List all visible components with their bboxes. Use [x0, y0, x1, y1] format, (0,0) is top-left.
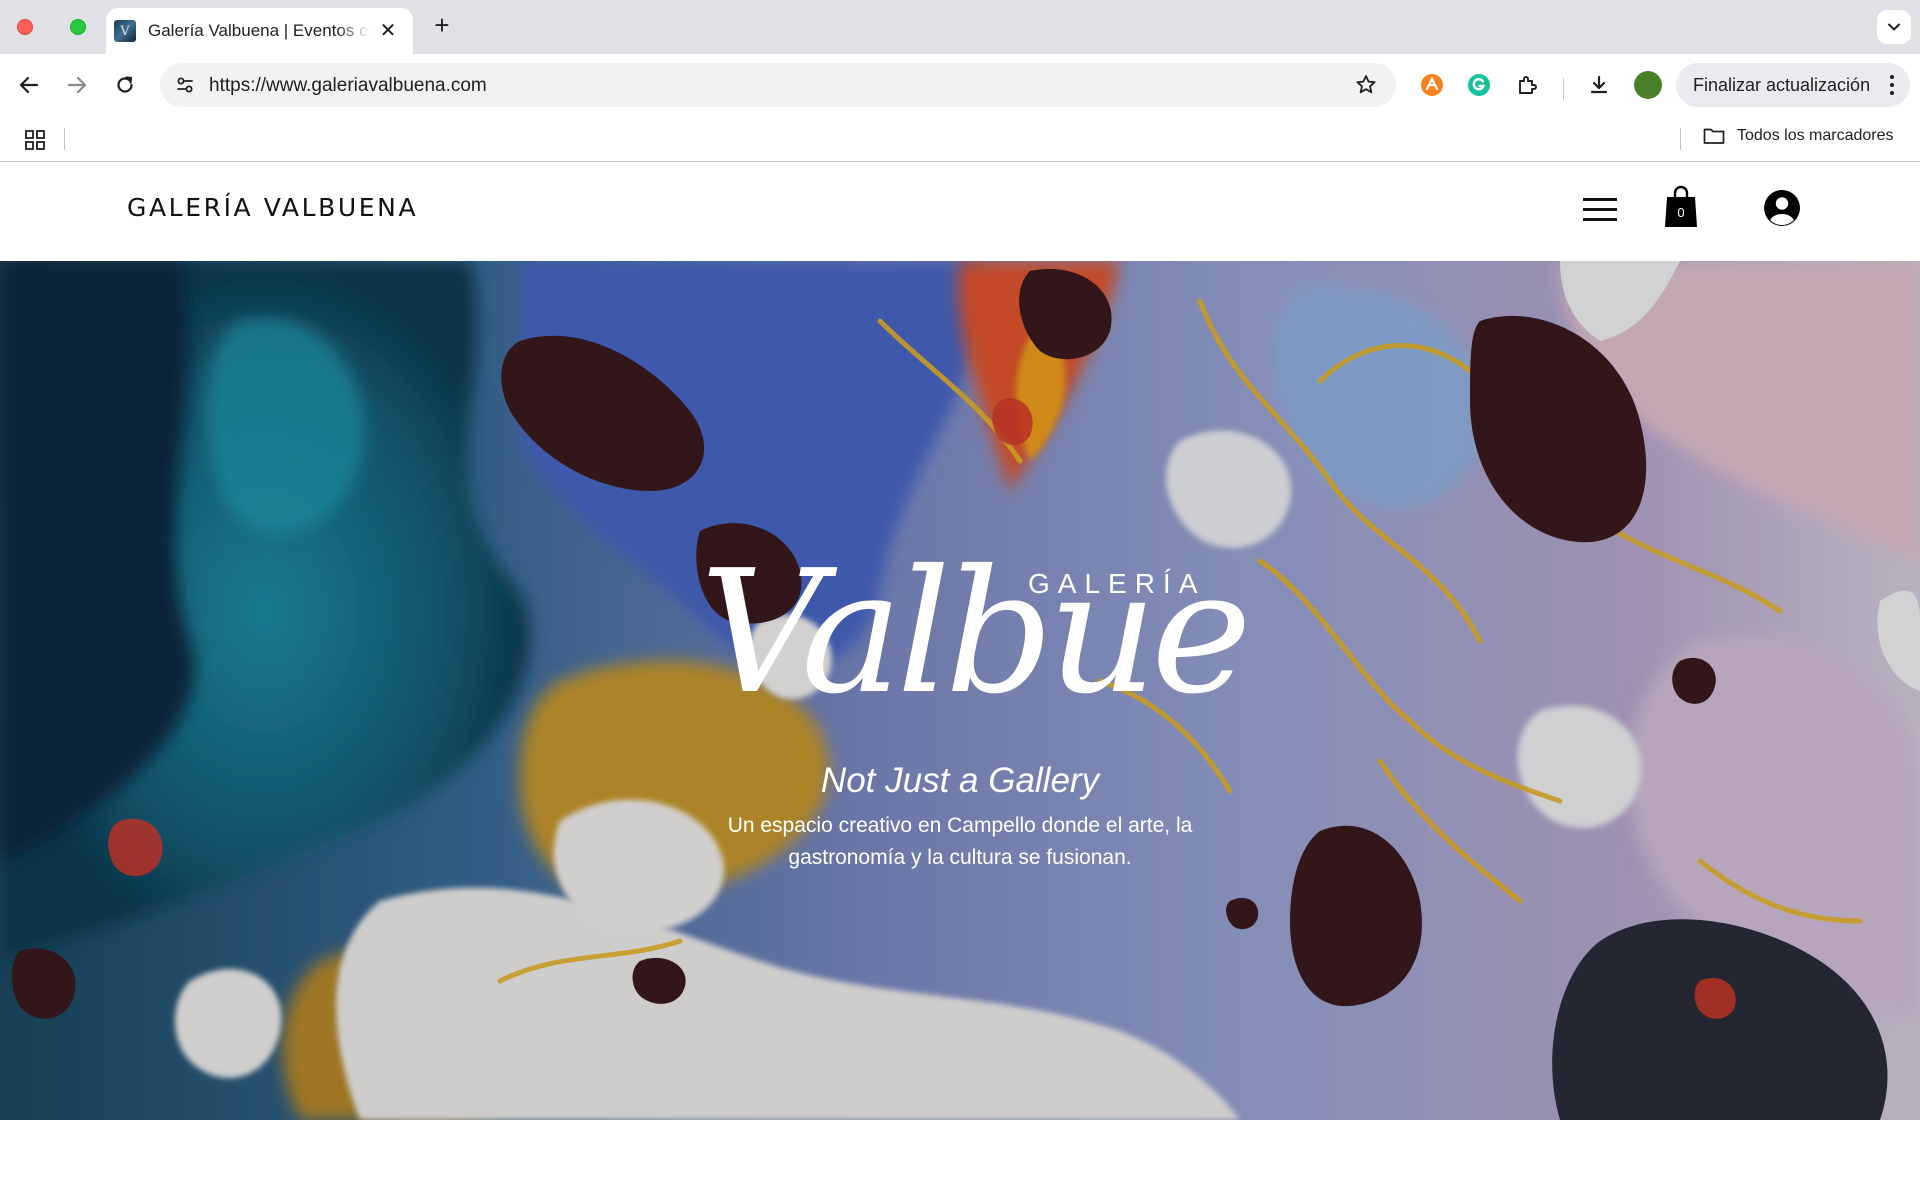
folder-icon	[1703, 128, 1725, 144]
apps-grid-icon[interactable]	[24, 129, 46, 151]
shopping-bag-button[interactable]: 0	[1664, 185, 1698, 229]
tab-title: Galería Valbuena | Eventos cu	[148, 21, 370, 40]
reload-button[interactable]	[108, 68, 142, 102]
all-bookmarks-button[interactable]: Todos los marcadores	[1703, 127, 1894, 145]
menu-hamburger-icon[interactable]	[1583, 198, 1617, 222]
tab-close-icon[interactable]: ✕	[377, 20, 399, 42]
grammarly-icon[interactable]	[1464, 70, 1494, 100]
hero-description: Un espacio creativo en Campello donde el…	[727, 814, 1193, 869]
bookmarks-separator-right	[1680, 128, 1681, 150]
bookmarks-bar: Todos los marcadores	[0, 116, 1920, 162]
window-zoom-button[interactable]	[70, 19, 86, 35]
finish-update-button[interactable]: Finalizar actualización	[1676, 63, 1910, 107]
extensions-puzzle-icon[interactable]	[1512, 70, 1542, 100]
gallery-favicon-icon: V	[114, 20, 136, 42]
window-close-button[interactable]	[17, 19, 33, 35]
forward-button[interactable]	[60, 68, 94, 102]
tab-search-button[interactable]	[1877, 10, 1911, 44]
profile-avatar[interactable]	[1634, 71, 1662, 99]
cart-count: 0	[1677, 205, 1685, 220]
bookmarks-separator	[64, 128, 65, 150]
browser-tab-active[interactable]: V Galería Valbuena | Eventos cu ✕	[106, 8, 413, 54]
arrow-right-icon	[67, 76, 87, 94]
new-tab-button[interactable]: +	[428, 12, 456, 40]
extension-orange-icon[interactable]	[1417, 70, 1447, 100]
hero-tagline: Not Just a Gallery	[820, 761, 1100, 800]
chevron-down-icon	[1888, 23, 1900, 31]
toolbar-separator	[1563, 78, 1564, 100]
site-header: GALERÍA VALBUENA 0	[0, 163, 1920, 261]
tab-strip: V Galería Valbuena | Eventos cu ✕ +	[0, 0, 1920, 54]
site-logo[interactable]: GALERÍA VALBUENA	[127, 193, 418, 222]
address-bar[interactable]: https://www.galeriavalbuena.com	[160, 63, 1396, 107]
browser-toolbar: https://www.galeriavalbuena.com Finaliza…	[0, 54, 1920, 116]
bookmark-star-icon[interactable]	[1354, 73, 1378, 97]
download-icon[interactable]	[1584, 70, 1614, 100]
page-below-hero	[0, 1120, 1920, 1200]
site-info-button[interactable]	[170, 70, 200, 100]
hero-galeria-word: GALERÍA	[1028, 568, 1206, 599]
all-bookmarks-label: Todos los marcadores	[1737, 127, 1894, 144]
finish-update-label: Finalizar actualización	[1693, 74, 1871, 95]
more-vert-icon	[1890, 75, 1894, 95]
account-button[interactable]	[1763, 189, 1801, 227]
arrow-left-icon	[19, 76, 39, 94]
svg-text:Valbuena: Valbuena	[700, 534, 1250, 731]
reload-icon	[117, 76, 133, 93]
hero-section: Valbuena GALERÍA Not Just a Gallery Un e…	[0, 261, 1920, 1120]
tune-icon	[177, 77, 193, 93]
back-button[interactable]	[12, 68, 46, 102]
user-account-icon	[1764, 190, 1800, 226]
url-text: https://www.galeriavalbuena.com	[209, 75, 487, 96]
